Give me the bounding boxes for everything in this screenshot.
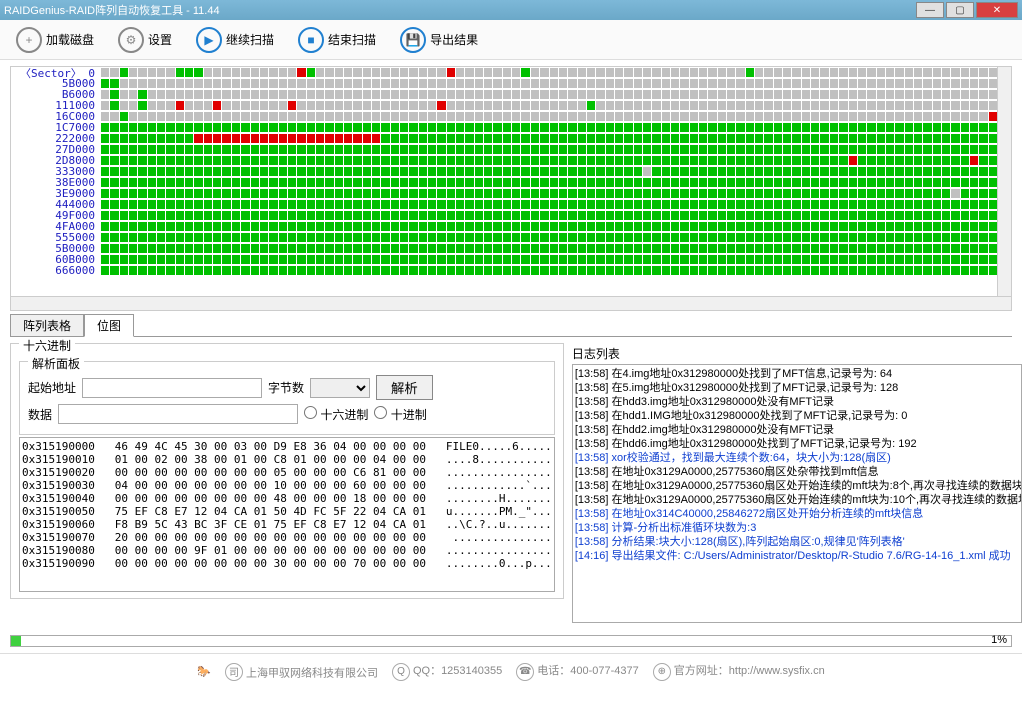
qq-icon: Q [392,663,410,681]
log-line: [13:58] xor校验通过，找到最大连续个数:64，块大小为:128(扇区) [575,451,1019,465]
titlebar: RAIDGenius-RAID阵列自动恢复工具 - 11.44 — ▢ ✕ [0,0,1022,20]
gear-icon: ⚙ [118,27,144,53]
tabs: 阵列表格 位图 [10,313,1012,337]
start-addr-input[interactable] [82,378,262,398]
radio-hex-label[interactable]: 十六进制 [304,406,368,423]
footer-tel: 电话：400-077-4377 [537,665,639,677]
logo-icon: 🐎 [197,665,211,678]
log-line: [13:58] 计算-分析出标准循环块数为:3 [575,521,1019,535]
load-disk-button[interactable]: +加载磁盘 [8,23,102,57]
log-line: [13:58] 在地址0x3129A0000,25775360扇区处杂带找到mf… [575,465,1019,479]
log-line: [14:16] 导出结果文件: C:/Users/Administrator/D… [575,549,1019,563]
phone-icon: ☎ [516,663,534,681]
start-addr-label: 起始地址 [28,379,76,396]
progress-bar: 1% [10,635,1012,647]
hex-dump-area[interactable]: 0x315190000 46 49 4C 45 30 00 03 00 D9 E… [19,437,555,592]
close-button[interactable]: ✕ [976,2,1018,18]
parse-button[interactable]: 解析 [376,375,433,400]
log-line: [13:58] 在hdd6.img地址0x312980000处找到了MFT记录,… [575,437,1019,451]
log-title: 日志列表 [572,343,1022,364]
stop-icon: ■ [298,27,324,53]
window-title: RAIDGenius-RAID阵列自动恢复工具 - 11.44 [4,2,220,18]
play-icon: ▶ [196,27,222,53]
progress-fill [11,636,21,646]
log-line: [13:58] 在4.img地址0x312980000处找到了MFT信息,记录号… [575,367,1019,381]
radio-hex[interactable] [304,406,317,419]
footer-company: 上海甲驭网络科技有限公司 [246,667,378,679]
settings-button[interactable]: ⚙设置 [110,23,180,57]
tab-bitmap[interactable]: 位图 [84,314,134,337]
log-line: [13:58] 在5.img地址0x312980000处找到了MFT记录,记录号… [575,381,1019,395]
data-input[interactable] [58,404,298,424]
sector-addr: 666000 [11,264,101,277]
log-line: [13:58] 分析结果:块大小:128(扇区),阵列起始扇区:0,规律见'阵列… [575,535,1019,549]
toolbar: +加载磁盘 ⚙设置 ▶继续扫描 ■结束扫描 💾导出结果 [0,20,1022,60]
radio-dec-label[interactable]: 十进制 [374,406,426,423]
save-icon: 💾 [400,27,426,53]
log-line: [13:58] 在hdd3.img地址0x312980000处没有MFT记录 [575,395,1019,409]
end-scan-button[interactable]: ■结束扫描 [290,23,384,57]
radio-dec[interactable] [374,406,387,419]
tab-array-table[interactable]: 阵列表格 [10,314,84,337]
byte-count-select[interactable] [310,378,370,398]
minimize-button[interactable]: — [916,2,944,18]
log-line: [13:58] 在地址0x3129A0000,25775360扇区处开始连续的m… [575,479,1019,493]
progress-label: 1% [991,634,1007,646]
export-button[interactable]: 💾导出结果 [392,23,486,57]
scrollbar-horizontal[interactable] [11,296,1011,310]
log-list[interactable]: [13:58] 在4.img地址0x312980000处找到了MFT信息,记录号… [572,364,1022,623]
footer: 🐎 司上海甲驭网络科技有限公司 QQQ：1253140355 ☎电话：400-0… [0,653,1022,689]
hex-group: 十六进制 解析面板 起始地址 字节数 解析 [10,343,564,599]
log-line: [13:58] 在hdd2.img地址0x312980000处没有MFT记录 [575,423,1019,437]
sector-map: 〈Sector〉 05B000B600011100016C0001C700022… [10,66,1012,311]
plus-icon: + [16,27,42,53]
continue-scan-button[interactable]: ▶继续扫描 [188,23,282,57]
footer-qq: QQ：1253140355 [413,665,502,677]
log-line: [13:58] 在hdd1.IMG地址0x312980000处找到了MFT记录,… [575,409,1019,423]
log-line: [13:58] 在地址0x3129A0000,25775360扇区处开始连续的m… [575,493,1019,507]
maximize-button[interactable]: ▢ [946,2,974,18]
byte-count-label: 字节数 [268,379,304,396]
log-line: [13:58] 在地址0x314C40000,25846272扇区处开始分析连续… [575,507,1019,521]
parse-panel-title: 解析面板 [28,355,84,372]
web-icon: ⊕ [653,663,671,681]
hex-group-title: 十六进制 [19,337,75,354]
scrollbar-vertical[interactable] [997,67,1011,296]
footer-web: 官方网址：http://www.sysfix.cn [674,665,825,677]
data-label: 数据 [28,406,52,423]
company-icon: 司 [225,663,243,681]
